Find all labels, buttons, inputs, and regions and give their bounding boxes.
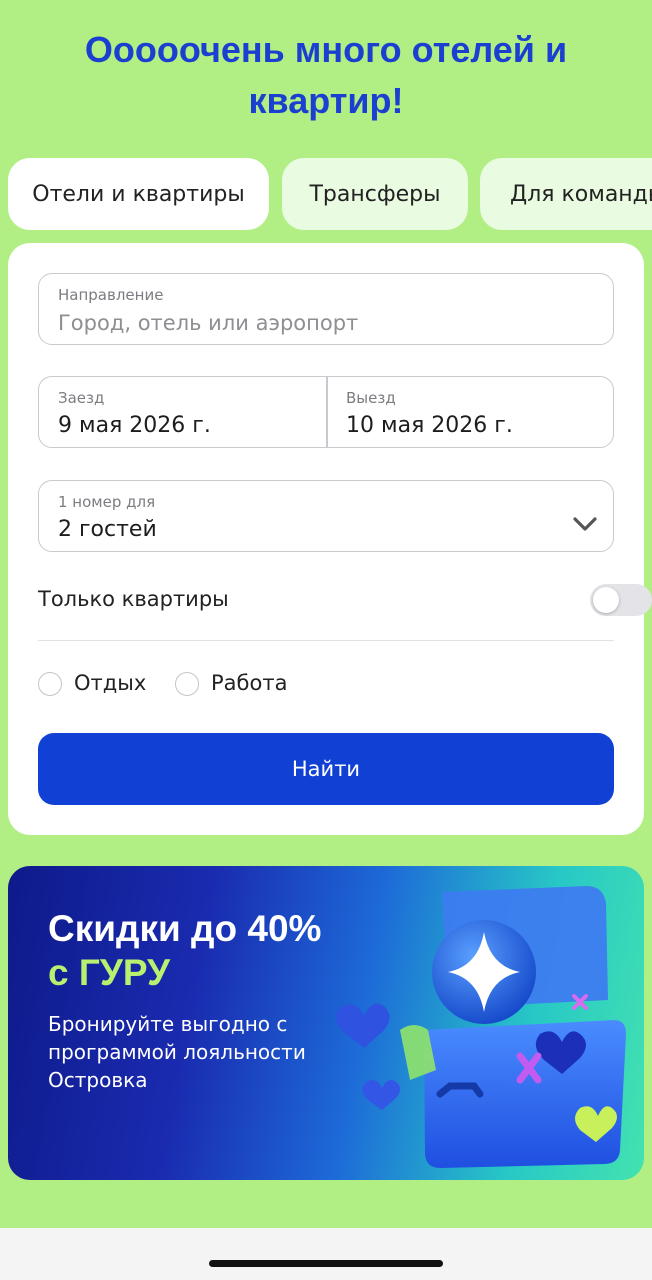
radio-work-label: Работа [211,671,288,695]
apartments-only-label: Только квартиры [38,587,229,611]
radio-work[interactable] [175,672,199,696]
radio-leisure-label: Отдых [74,671,147,695]
apartments-only-toggle[interactable] [590,584,652,616]
search-card: Направление Город, отель или аэропорт За… [8,243,652,835]
chevron-down-icon [573,517,597,531]
promo-banner[interactable]: Скидки до 40% с ГУРУ Бронируйте выгодно … [8,866,644,1180]
guests-label: 1 номер для [58,493,156,511]
checkout-field[interactable]: Выезд 10 мая 2026 г. [327,377,614,447]
tab-team[interactable]: Для команды [480,158,652,230]
destination-placeholder: Город, отель или аэропорт [58,311,359,335]
promo-text: Бронируйте выгодно с программой лояльнос… [48,1012,306,1092]
promo-subtitle: с ГУРУ [48,952,171,993]
checkout-label: Выезд [346,389,396,407]
page-headline: Ооооочень много отелей и квартир! [84,29,568,121]
checkin-field[interactable]: Заезд 9 мая 2026 г. [39,377,326,447]
radio-leisure[interactable] [38,672,62,696]
search-button[interactable]: Найти [38,733,614,805]
guests-value: 2 гостей [58,517,157,542]
tab-transfers[interactable]: Трансферы [282,158,468,230]
dates-field: Заезд 9 мая 2026 г. Выезд 10 мая 2026 г. [38,376,614,448]
tab-hotels[interactable]: Отели и квартиры [8,158,269,230]
home-indicator[interactable] [209,1260,443,1267]
guests-field[interactable]: 1 номер для 2 гостей [38,480,614,552]
destination-label: Направление [58,286,164,304]
divider [38,640,614,641]
toggle-knob [593,587,619,613]
bottom-bar [0,1228,652,1280]
checkin-label: Заезд [58,389,105,407]
checkout-value: 10 мая 2026 г. [346,413,513,438]
checkin-value: 9 мая 2026 г. [58,413,211,438]
destination-field[interactable]: Направление Город, отель или аэропорт [38,273,614,345]
tabs: Отели и квартиры Трансферы Для команды [8,158,652,230]
promo-title: Скидки до 40% [48,908,322,949]
gift-box-illustration [336,886,626,1168]
